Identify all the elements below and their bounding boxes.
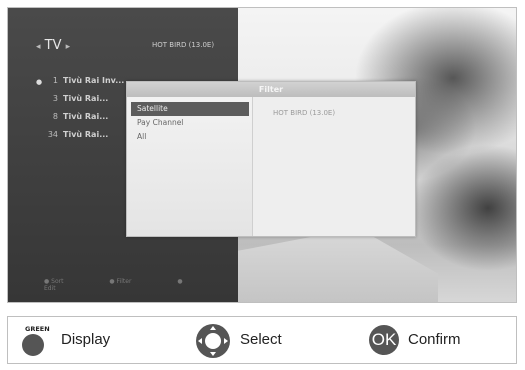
- display-label: Display: [61, 331, 111, 348]
- filter-option-satellite[interactable]: Satellite: [131, 102, 249, 116]
- filter-options-list: Satellite Pay Channel All: [127, 97, 253, 236]
- channel-number: 8: [52, 112, 58, 121]
- right-arrow-icon[interactable]: ▸: [66, 42, 71, 52]
- legend-display: GREEN Display: [8, 317, 178, 363]
- directional-pad-icon: [196, 324, 230, 358]
- footer-sort-label: Sort: [51, 278, 64, 285]
- button-legend: GREEN Display Select OK Confirm: [7, 316, 517, 364]
- footer-edit-label: Edit: [44, 285, 56, 292]
- selected-marker-icon: ●: [36, 78, 43, 86]
- panel-title-text: TV: [44, 38, 62, 53]
- channel-name: Tivù Rai...: [63, 94, 109, 103]
- ok-button-icon: OK: [369, 325, 399, 355]
- left-arrow-icon[interactable]: ◂: [36, 42, 41, 52]
- channel-name: Tivù Rai Inv...: [63, 76, 125, 85]
- filter-option-all[interactable]: All: [131, 130, 249, 144]
- channel-number: 3: [52, 94, 58, 103]
- channel-name: Tivù Rai...: [63, 130, 109, 139]
- popup-title: Filter: [127, 82, 415, 97]
- tv-screen: ◂ TV ▸ HOT BIRD (13.0E) ● 1 Tivù Rai Inv.…: [7, 7, 517, 303]
- channel-number: 34: [47, 130, 58, 139]
- filter-popup: Filter Satellite Pay Channel All HOT BIR…: [126, 81, 416, 237]
- green-label: GREEN: [25, 325, 50, 333]
- select-label: Select: [240, 331, 282, 348]
- filter-detail-satellite[interactable]: HOT BIRD (13.0E): [273, 109, 335, 117]
- panel-title[interactable]: ◂ TV ▸: [36, 38, 70, 53]
- satellite-name: HOT BIRD (13.0E): [152, 41, 215, 49]
- green-button-icon: [22, 334, 44, 356]
- footer-filter-label: Filter: [116, 278, 132, 285]
- filter-option-pay-channel[interactable]: Pay Channel: [131, 116, 249, 130]
- filter-detail-pane: HOT BIRD (13.0E): [253, 97, 415, 236]
- panel-header: ◂ TV ▸ HOT BIRD (13.0E): [36, 38, 236, 60]
- footer-filter: ● Filter: [109, 278, 132, 285]
- confirm-label: Confirm: [408, 331, 461, 348]
- channel-name: Tivù Rai...: [63, 112, 109, 121]
- footer-sort: ● Sort: [44, 278, 64, 285]
- panel-footer: ● Sort ● Filter ● Edit: [44, 278, 238, 292]
